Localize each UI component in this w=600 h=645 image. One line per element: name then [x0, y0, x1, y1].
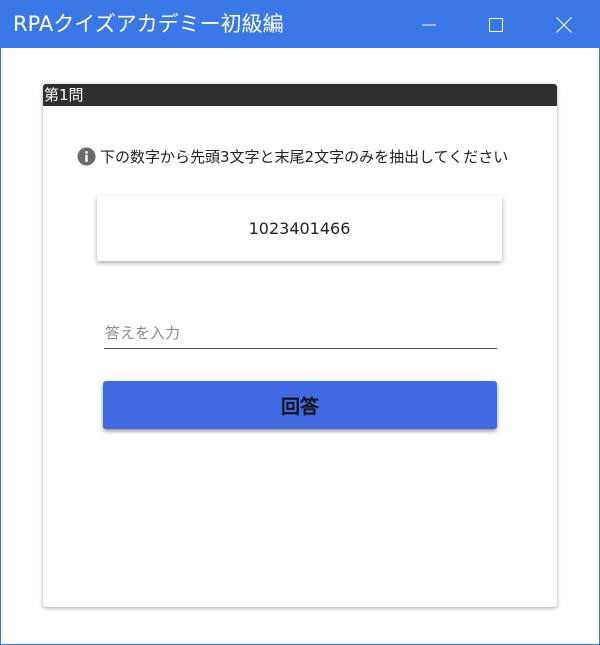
minimize-button[interactable]	[406, 1, 452, 48]
title-bar[interactable]: RPAクイズアカデミー初級編	[1, 1, 599, 48]
close-button[interactable]	[541, 1, 587, 48]
app-window: RPAクイズアカデミー初級編 第1問 下の数字から先頭3文字と末尾2文字のみを抽…	[0, 0, 600, 645]
answer-input[interactable]	[104, 317, 497, 349]
minimize-icon	[422, 24, 436, 25]
number-display: 1023401466	[97, 196, 502, 261]
maximize-button[interactable]	[473, 1, 519, 48]
target-number: 1023401466	[248, 219, 351, 238]
info-icon	[77, 146, 96, 166]
quiz-card: 第1問 下の数字から先頭3文字と末尾2文字のみを抽出してください 1023401…	[43, 84, 557, 607]
question-header: 第1問	[43, 84, 557, 106]
window-title: RPAクイズアカデミー初級編	[13, 12, 284, 36]
submit-button[interactable]: 回答	[103, 381, 497, 429]
close-icon	[556, 16, 572, 33]
instruction-row: 下の数字から先頭3文字と末尾2文字のみを抽出してください	[77, 145, 508, 167]
maximize-icon	[489, 17, 503, 32]
instruction-text: 下の数字から先頭3文字と末尾2文字のみを抽出してください	[100, 147, 509, 166]
